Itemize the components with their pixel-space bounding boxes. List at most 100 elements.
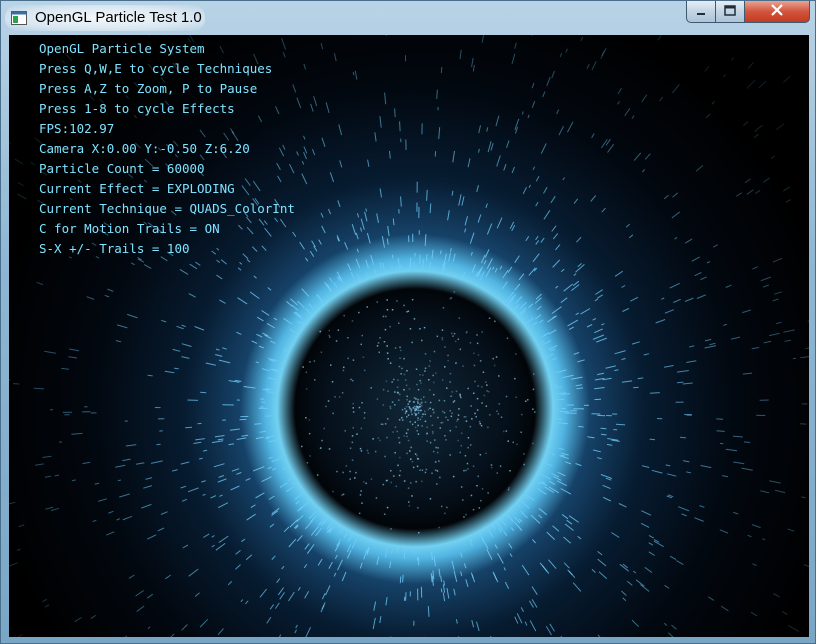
particle-streak: [621, 285, 626, 288]
particle-streak: [542, 332, 550, 337]
particle-dot: [417, 402, 419, 404]
particle-streak: [555, 285, 559, 289]
particle-dot: [413, 401, 415, 403]
particle-streak: [399, 121, 401, 132]
particle-streak: [74, 616, 82, 623]
particle-dot: [394, 347, 397, 349]
particle-streak: [492, 571, 499, 583]
close-button[interactable]: [744, 1, 810, 23]
particle-dot: [341, 392, 344, 394]
particle-streak: [476, 621, 480, 632]
particle-dot: [426, 432, 428, 434]
particle-streak: [430, 573, 433, 583]
particle-streak: [44, 604, 50, 608]
particle-dot: [305, 388, 308, 390]
particle-dot: [428, 379, 430, 381]
particle-dot: [380, 423, 383, 425]
particle-dot: [359, 447, 362, 450]
particle-streak: [290, 298, 298, 306]
particle-streak: [470, 572, 476, 583]
particle-streak: [44, 475, 52, 478]
particle-dot: [358, 406, 361, 409]
particle-streak: [71, 479, 76, 482]
particle-streak: [288, 591, 295, 602]
particle-streak: [216, 274, 223, 280]
particle-streak: [115, 340, 122, 343]
particle-dot: [438, 526, 440, 529]
hud-line-current-technique: Current Technique = QUADS_ColorInt: [39, 201, 295, 216]
particle-streak: [760, 276, 772, 282]
minimize-button[interactable]: [686, 1, 716, 23]
particle-dot: [352, 379, 354, 382]
particle-streak: [479, 270, 485, 281]
particle-dot: [423, 326, 426, 329]
particle-streak: [520, 500, 530, 509]
particle-streak: [402, 574, 404, 583]
particle-dot: [319, 330, 321, 333]
particle-streak: [337, 200, 341, 208]
particle-dot: [413, 318, 416, 320]
particle-dot: [374, 450, 377, 453]
particle-streak: [336, 271, 343, 281]
particle-streak: [318, 239, 322, 245]
particle-dot: [366, 449, 369, 452]
particle-streak: [179, 268, 189, 275]
particle-dot: [446, 506, 448, 509]
particle-dot: [465, 513, 467, 516]
particle-streak: [544, 462, 553, 467]
particle-streak: [659, 96, 664, 102]
particle-streak: [684, 297, 694, 302]
particle-streak: [531, 35, 533, 37]
particle-streak: [320, 42, 324, 50]
particle-dot: [432, 450, 435, 453]
app-window-icon[interactable]: [11, 10, 27, 26]
particle-streak: [268, 439, 278, 443]
particle-streak: [360, 227, 363, 232]
particle-streak: [564, 523, 574, 531]
particle-dot: [471, 418, 473, 420]
particle-streak: [631, 115, 635, 119]
particle-dot: [507, 440, 509, 442]
particle-streak: [333, 282, 338, 288]
particle-dot: [331, 381, 334, 383]
particle-streak: [141, 503, 152, 509]
particle-streak: [303, 146, 308, 154]
particle-streak: [622, 307, 630, 312]
particle-streak: [682, 382, 693, 385]
particle-streak: [352, 71, 355, 76]
particle-dot: [497, 413, 500, 415]
particle-streak: [750, 611, 758, 617]
particle-dot: [414, 408, 416, 410]
particle-dot: [398, 399, 400, 401]
particle-dot: [472, 465, 475, 467]
particle-dot: [424, 401, 427, 403]
particle-dot: [406, 370, 408, 372]
particle-dot: [451, 332, 453, 335]
particle-streak: [452, 150, 455, 163]
particle-streak: [641, 465, 650, 468]
particle-dot: [449, 454, 451, 456]
particle-dot: [398, 365, 401, 368]
title-bar[interactable]: OpenGL Particle Test 1.0: [1, 1, 816, 35]
particle-streak: [464, 216, 468, 226]
particle-streak: [782, 611, 788, 615]
particle-dot: [420, 382, 422, 384]
particle-streak: [486, 127, 489, 132]
maximize-button[interactable]: [715, 1, 745, 23]
particle-dot: [437, 416, 439, 419]
particle-streak: [746, 189, 754, 195]
opengl-viewport[interactable]: OpenGL Particle System Press Q,W,E to cy…: [9, 35, 809, 637]
particle-dot: [435, 372, 437, 374]
particle-streak: [648, 551, 655, 556]
particle-streak: [774, 291, 782, 295]
particle-streak: [725, 284, 732, 288]
particle-streak: [115, 464, 126, 468]
particle-streak: [540, 473, 552, 480]
particle-streak: [705, 113, 711, 119]
particle-streak: [773, 593, 780, 598]
particle-streak: [535, 176, 540, 182]
particle-dot: [392, 431, 394, 433]
particle-streak: [552, 357, 557, 361]
particle-streak: [586, 324, 593, 328]
particle-streak: [669, 282, 680, 289]
